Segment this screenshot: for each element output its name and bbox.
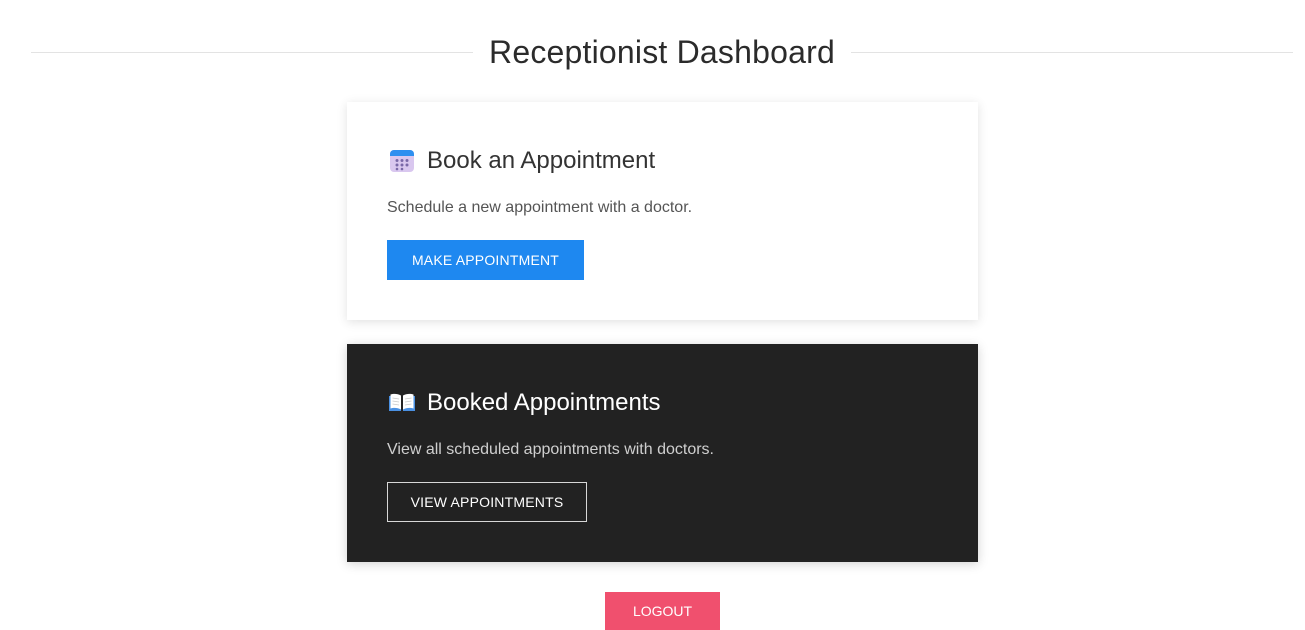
- open-book-icon: [387, 388, 417, 418]
- calendar-icon: [387, 146, 417, 176]
- book-appointment-title: Book an Appointment: [427, 147, 656, 174]
- make-appointment-button[interactable]: MAKE APPOINTMENT: [387, 240, 584, 280]
- dashboard-page: Receptionist Dashboard Book an Appointme…: [0, 0, 1305, 630]
- header-divider-left: [31, 51, 474, 53]
- book-appointment-heading: Book an Appointment: [387, 146, 655, 176]
- logout-button[interactable]: LOGOUT: [605, 592, 720, 630]
- page-header: Receptionist Dashboard: [31, 28, 1293, 76]
- booked-appointments-heading: Booked Appointments: [387, 388, 661, 418]
- view-appointments-button[interactable]: VIEW APPOINTMENTS: [387, 482, 587, 522]
- booked-appointments-card: Booked Appointments View all scheduled a…: [347, 344, 978, 562]
- header-divider-right: [850, 51, 1293, 53]
- book-appointment-card: Book an Appointment Schedule a new appoi…: [347, 102, 978, 320]
- booked-appointments-title: Booked Appointments: [427, 389, 661, 416]
- page-title: Receptionist Dashboard: [489, 33, 835, 70]
- booked-appointments-description: View all scheduled appointments with doc…: [387, 441, 714, 458]
- book-appointment-description: Schedule a new appointment with a doctor…: [387, 199, 693, 216]
